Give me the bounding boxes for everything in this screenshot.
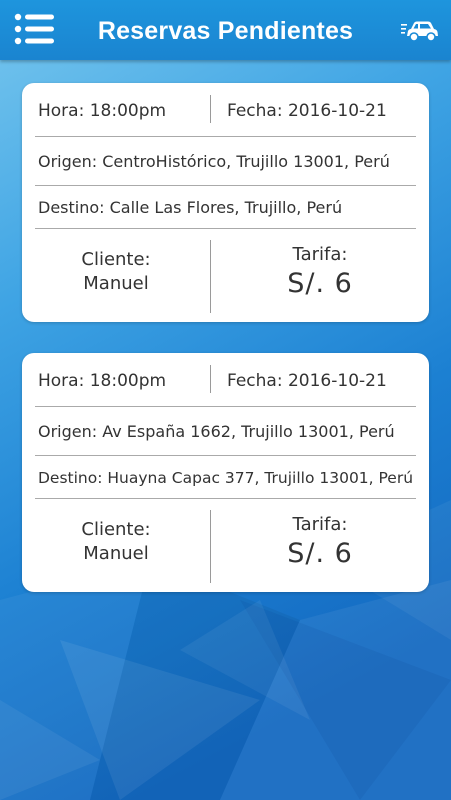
reservations-list: Hora: 18:00pm Fecha: 2016-10-21 Origen: … <box>22 83 429 623</box>
reservation-time: Hora: 18:00pm <box>38 101 167 121</box>
reservation-date: Fecha: 2016-10-21 <box>227 101 387 121</box>
client-block: Cliente: Manuel <box>22 518 210 566</box>
reservation-origin: Origen: CentroHistórico, Trujillo 13001,… <box>38 152 390 171</box>
divider <box>35 228 416 229</box>
time-date-row: Hora: 18:00pm Fecha: 2016-10-21 <box>22 353 429 406</box>
divider <box>210 95 211 123</box>
client-label: Cliente: <box>81 249 151 270</box>
client-name: Manuel <box>83 273 149 294</box>
divider <box>35 498 416 499</box>
time-date-row: Hora: 18:00pm Fecha: 2016-10-21 <box>22 83 429 136</box>
fare-label: Tarifa: <box>292 244 348 265</box>
reservation-card[interactable]: Hora: 18:00pm Fecha: 2016-10-21 Origen: … <box>22 83 429 322</box>
reservation-date: Fecha: 2016-10-21 <box>227 371 387 391</box>
client-block: Cliente: Manuel <box>22 248 210 296</box>
hamburger-list-icon <box>14 13 54 45</box>
client-name: Manuel <box>83 543 149 564</box>
divider <box>210 365 211 393</box>
reservation-origin: Origen: Av España 1662, Trujillo 13001, … <box>38 422 395 441</box>
fare-value: S/. 6 <box>287 268 353 299</box>
app-header: Reservas Pendientes <box>0 0 451 60</box>
car-button[interactable] <box>401 18 439 44</box>
car-icon <box>401 21 438 42</box>
reservation-card[interactable]: Hora: 18:00pm Fecha: 2016-10-21 Origen: … <box>22 353 429 592</box>
reservation-destination: Destino: Huayna Capac 377, Trujillo 1300… <box>38 469 414 487</box>
menu-button[interactable] <box>14 12 58 48</box>
fare-label: Tarifa: <box>292 514 348 535</box>
fare-block: Tarifa: S/. 6 <box>211 243 429 301</box>
fare-value: S/. 6 <box>287 538 353 569</box>
reservation-time: Hora: 18:00pm <box>38 371 167 391</box>
reservation-destination: Destino: Calle Las Flores, Trujillo, Per… <box>38 198 343 217</box>
page-title: Reservas Pendientes <box>97 17 354 45</box>
client-label: Cliente: <box>81 519 151 540</box>
fare-block: Tarifa: S/. 6 <box>211 513 429 571</box>
